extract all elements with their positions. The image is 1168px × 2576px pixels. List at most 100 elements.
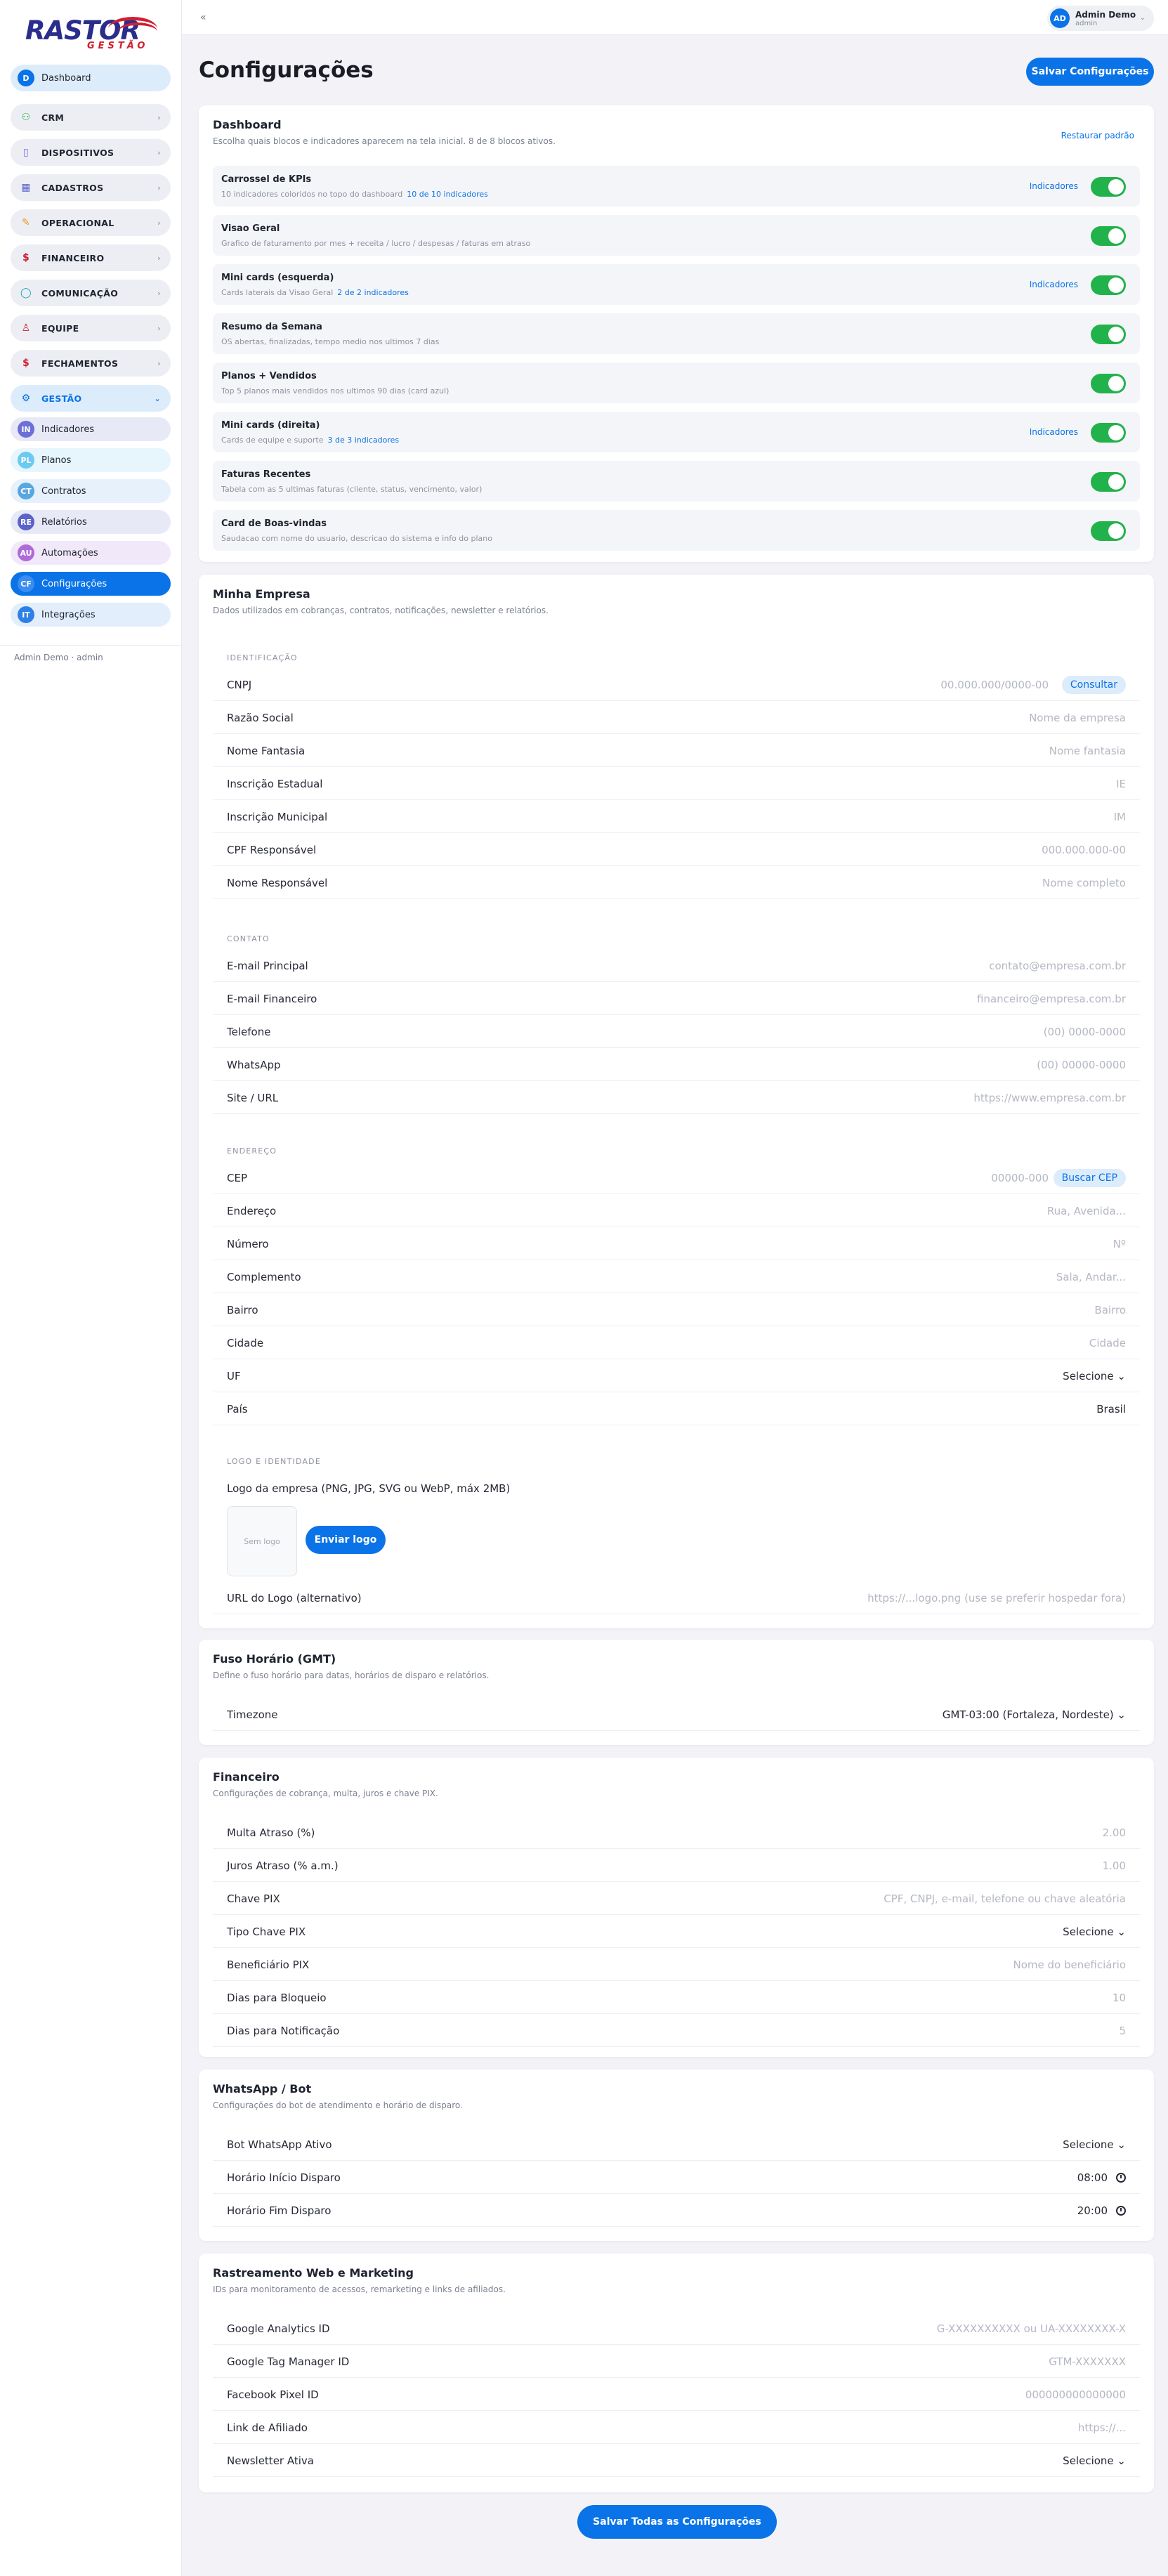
field-input[interactable]: financeiro@empresa.com.br — [977, 993, 1126, 1005]
field-input[interactable]: https://www.empresa.com.br — [973, 1092, 1126, 1104]
form-row[interactable]: Inscrição Municipal IM — [213, 801, 1140, 833]
indicadores-link[interactable]: Indicadores — [1030, 280, 1078, 289]
block-indicator-count-link[interactable]: 3 de 3 indicadores — [328, 436, 400, 445]
sidebar-item-operacional[interactable]: ✎ OPERACIONAL › — [11, 209, 171, 236]
form-row[interactable]: Complemento Sala, Andar... — [213, 1261, 1140, 1293]
form-row[interactable]: Razão Social Nome da empresa — [213, 702, 1140, 734]
form-row[interactable]: Endereço Rua, Avenida... — [213, 1195, 1140, 1227]
sidebar-subitem-configuracoes[interactable]: CF Configurações — [11, 572, 171, 596]
form-row[interactable]: Nome Fantasia Nome fantasia — [213, 735, 1140, 767]
field-select[interactable]: 20:00 — [1077, 2204, 1126, 2217]
collapse-sidebar-icon[interactable]: « — [200, 12, 206, 23]
brand-logo[interactable]: RASTOR GESTÃO — [25, 17, 157, 52]
field-select[interactable]: Selecione ⌄ — [1063, 1370, 1126, 1382]
form-row[interactable]: CNPJ 00.000.000/0000-00 Consultar — [213, 669, 1140, 701]
sidebar-subitem-automacoes[interactable]: AU Automações — [11, 541, 171, 565]
form-row[interactable]: Chave PIX CPF, CNPJ, e-mail, telefone ou … — [213, 1883, 1140, 1915]
form-row[interactable]: Newsletter Ativa Selecione ⌄ — [213, 2445, 1140, 2477]
sidebar-item-dispositivos[interactable]: ▯ DISPOSITIVOS › — [11, 139, 171, 166]
field-select[interactable]: 08:00 — [1077, 2171, 1126, 2184]
timezone-select[interactable]: GMT-03:00 (Fortaleza, Nordeste) ⌄ — [943, 1708, 1126, 1721]
field-action-button[interactable]: Buscar CEP — [1053, 1169, 1126, 1187]
field-input[interactable]: 00000-000 — [991, 1172, 1049, 1184]
form-row[interactable]: Multa Atraso (%) 2.00 — [213, 1817, 1140, 1849]
field-input[interactable]: (00) 00000-0000 — [1037, 1059, 1126, 1071]
save-button-top[interactable]: Salvar Configurações — [1026, 58, 1154, 86]
form-row[interactable]: WhatsApp (00) 00000-0000 — [213, 1049, 1140, 1081]
sidebar-item-comunicacao[interactable]: ◯ COMUNICAÇÃO › — [11, 280, 171, 306]
sidebar-subitem-integracoes[interactable]: IT Integrações — [11, 603, 171, 627]
field-input[interactable]: IE — [1116, 778, 1126, 790]
sidebar-subitem-indicadores[interactable]: IN Indicadores — [11, 417, 171, 441]
form-row[interactable]: Bot WhatsApp Ativo Selecione ⌄ — [213, 2129, 1140, 2161]
form-row[interactable]: Facebook Pixel ID 000000000000000 — [213, 2379, 1140, 2411]
form-row[interactable]: Inscrição Estadual IE — [213, 768, 1140, 800]
form-row[interactable]: Juros Atraso (% a.m.) 1.00 — [213, 1850, 1140, 1882]
field-input[interactable]: G-XXXXXXXXXX ou UA-XXXXXXXX-X — [937, 2322, 1126, 2335]
field-input[interactable]: 2.00 — [1103, 1826, 1126, 1839]
form-row[interactable]: Dias para Notificação 5 — [213, 2015, 1140, 2047]
block-toggle[interactable] — [1091, 472, 1126, 492]
block-toggle[interactable] — [1091, 423, 1126, 443]
sidebar-item-dashboard[interactable]: D Dashboard — [11, 65, 171, 91]
field-input[interactable]: 000000000000000 — [1025, 2388, 1126, 2401]
restore-default-link[interactable]: Restaurar padrão — [1061, 131, 1134, 140]
field-input[interactable]: https://... — [1078, 2421, 1126, 2434]
form-row[interactable]: Tipo Chave PIX Selecione ⌄ — [213, 1916, 1140, 1948]
field-input[interactable]: Bairro — [1094, 1304, 1126, 1316]
form-row[interactable]: E-mail Financeiro financeiro@empresa.com.… — [213, 983, 1140, 1015]
field-input[interactable]: Cidade — [1089, 1337, 1126, 1349]
field-input[interactable]: CPF, CNPJ, e-mail, telefone ou chave ale… — [884, 1892, 1126, 1905]
form-row[interactable]: País Brasil — [213, 1393, 1140, 1425]
field-input[interactable]: Nº — [1113, 1238, 1126, 1250]
form-row[interactable]: Beneficiário PIX Nome do beneficiário — [213, 1949, 1140, 1981]
field-input[interactable]: contato@empresa.com.br — [989, 960, 1126, 972]
block-indicator-count-link[interactable]: 10 de 10 indicadores — [407, 190, 488, 199]
field-select[interactable]: Selecione ⌄ — [1063, 2454, 1126, 2467]
user-menu[interactable]: AD Admin Demo admin ⌄ — [1047, 6, 1154, 31]
form-row[interactable]: Nome Responsável Nome completo — [213, 867, 1140, 899]
save-all-button[interactable]: Salvar Todas as Configurações — [577, 2505, 777, 2539]
sidebar-item-fechamentos[interactable]: $ FECHAMENTOS › — [11, 350, 171, 377]
form-row[interactable]: CEP 00000-000 Buscar CEP — [213, 1162, 1140, 1194]
form-row[interactable]: Horário Início Disparo 08:00 — [213, 2162, 1140, 2194]
indicadores-link[interactable]: Indicadores — [1030, 181, 1078, 191]
upload-logo-button[interactable]: Enviar logo — [306, 1526, 386, 1554]
block-toggle[interactable] — [1091, 177, 1126, 197]
field-input[interactable]: Nome fantasia — [1049, 745, 1126, 757]
sidebar-item-gestao[interactable]: ⚙ GESTÃO ⌄ — [11, 385, 171, 412]
form-row[interactable]: Google Analytics ID G-XXXXXXXXXX ou UA-XX… — [213, 2313, 1140, 2345]
sidebar-item-crm[interactable]: ⚇ CRM › — [11, 104, 171, 131]
form-row[interactable]: Número Nº — [213, 1228, 1140, 1260]
field-input[interactable]: Nome completo — [1042, 877, 1126, 889]
sidebar-item-financeiro[interactable]: $ FINANCEIRO › — [11, 244, 171, 271]
field-input[interactable]: Nome da empresa — [1029, 712, 1126, 724]
form-row[interactable]: Google Tag Manager ID GTM-XXXXXXX — [213, 2346, 1140, 2378]
field-select[interactable]: Brasil — [1096, 1403, 1126, 1416]
field-input[interactable]: 1.00 — [1103, 1859, 1126, 1872]
form-row[interactable]: Site / URL https://www.empresa.com.br — [213, 1082, 1140, 1114]
form-row[interactable]: Cidade Cidade — [213, 1327, 1140, 1359]
field-input[interactable]: 000.000.000-00 — [1042, 844, 1126, 856]
block-toggle[interactable] — [1091, 374, 1126, 393]
field-input[interactable]: Rua, Avenida... — [1047, 1205, 1126, 1217]
form-row[interactable]: Telefone (00) 0000-0000 — [213, 1016, 1140, 1048]
form-row[interactable]: Bairro Bairro — [213, 1294, 1140, 1326]
field-input[interactable]: Nome do beneficiário — [1013, 1959, 1126, 1971]
block-toggle[interactable] — [1091, 521, 1126, 541]
form-row[interactable]: Link de Afiliado https://... — [213, 2412, 1140, 2444]
form-row[interactable]: UF Selecione ⌄ — [213, 1360, 1140, 1392]
field-select[interactable]: Selecione ⌄ — [1063, 2138, 1126, 2151]
field-input[interactable]: 10 — [1113, 1992, 1126, 2004]
logo-url-row[interactable]: URL do Logo (alternativo) https://...log… — [213, 1582, 1140, 1614]
sidebar-subitem-planos[interactable]: PL Planos — [11, 448, 171, 472]
block-indicator-count-link[interactable]: 2 de 2 indicadores — [337, 288, 409, 297]
field-input[interactable]: 00.000.000/0000-00 — [940, 679, 1049, 691]
sidebar-item-equipe[interactable]: ♙ EQUIPE › — [11, 315, 171, 341]
field-input[interactable]: GTM-XXXXXXX — [1049, 2355, 1126, 2368]
logo-url-input[interactable]: https://...logo.png (use se preferir hos… — [867, 1592, 1126, 1604]
timezone-row[interactable]: Timezone GMT-03:00 (Fortaleza, Nordeste)… — [213, 1699, 1140, 1731]
form-row[interactable]: Dias para Bloqueio 10 — [213, 1982, 1140, 2014]
indicadores-link[interactable]: Indicadores — [1030, 427, 1078, 437]
form-row[interactable]: Horário Fim Disparo 20:00 — [213, 2195, 1140, 2227]
